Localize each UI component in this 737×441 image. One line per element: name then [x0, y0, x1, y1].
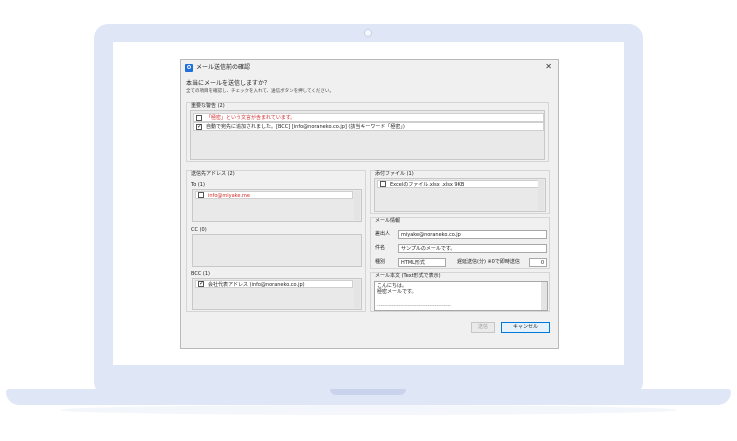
sender-value: miyake@noraneko.co.jp — [401, 232, 461, 238]
warnings-panel: 重要な警告 (2) 「極密」という文言が含まれています。 自動で宛先に追加されま… — [186, 102, 549, 162]
confirm-question: 本当にメールを送信しますか？ — [186, 80, 271, 87]
warning-checkbox-2[interactable] — [196, 123, 202, 130]
window-title: メール送信前の確認 — [196, 64, 251, 71]
attachments-scrollbar[interactable] — [538, 180, 544, 210]
sender-field[interactable]: miyake@noraneko.co.jp — [398, 230, 547, 239]
cancel-button[interactable]: キャンセル — [501, 322, 550, 333]
mail-body-title: メール本文 (Text形式で表示) — [375, 273, 441, 279]
bcc-label: BCC (1) — [191, 271, 210, 277]
recipients-title: 送信先アドレス (2) — [191, 171, 235, 177]
warning-text-1: 「極密」という文言が含まれています。 — [206, 115, 296, 121]
attachments-panel: 添付ファイル (1) Excelのファイル.xlsx .xlsx 9KB — [370, 170, 550, 214]
confirm-dialog: O メール送信前の確認 ✕ 本当にメールを送信しますか？ 全ての項目を確認し、チ… — [180, 59, 559, 349]
confirm-instruction: 全ての項目を確認し、チェックを入れて、送信ボタンを押してください。 — [186, 89, 334, 94]
attachments-list[interactable]: Excelのファイル.xlsx .xlsx 9KB — [374, 178, 546, 212]
mail-body-line-3: ----------------------------------------… — [377, 303, 451, 309]
to-label: To (1) — [191, 182, 205, 188]
type-field[interactable]: HTML形式 — [398, 258, 446, 267]
send-button[interactable]: 送信 — [471, 322, 495, 333]
bcc-list[interactable]: 会社代表アドレス (info@noraneko.co.jp) — [192, 278, 362, 310]
mail-body-scrollbar[interactable] — [541, 282, 547, 310]
mail-body-panel: メール本文 (Text形式で表示) こんにちは。 極密メールです。 ------… — [370, 272, 550, 312]
list-item[interactable]: Excelのファイル.xlsx .xlsx 9KB — [377, 180, 539, 188]
type-value: HTML形式 — [401, 260, 425, 266]
to-address-1: info@miyake.me — [208, 192, 250, 199]
delay-value: 0 — [540, 260, 544, 266]
to-scrollbar[interactable] — [354, 191, 360, 220]
laptop-notch — [330, 389, 406, 395]
attachment-name-1: Excelのファイル.xlsx .xlsx 9KB — [390, 181, 465, 188]
delay-label: 遅延送信(分) ※0で即時送信 — [457, 259, 520, 265]
laptop-shadow — [60, 405, 677, 415]
delay-field[interactable]: 0 — [529, 258, 547, 267]
list-item[interactable]: 会社代表アドレス (info@noraneko.co.jp) — [195, 280, 353, 288]
camera-icon — [364, 29, 372, 37]
mail-body-line-2: 極密メールです。 — [377, 289, 417, 295]
warnings-list[interactable]: 「極密」という文言が含まれています。 自動で宛先に追加されました。[BCC] [… — [190, 110, 545, 160]
subject-label: 件名 — [375, 245, 386, 251]
type-label: 種別 — [375, 259, 386, 265]
list-item[interactable]: info@miyake.me — [195, 191, 353, 199]
warnings-title: 重要な警告 (2) — [191, 103, 225, 109]
bcc-checkbox-1[interactable] — [198, 280, 204, 287]
cc-label: CC (0) — [191, 227, 207, 233]
close-icon[interactable]: ✕ — [545, 63, 552, 71]
attachments-title: 添付ファイル (1) — [375, 171, 414, 177]
attachment-checkbox-1[interactable] — [380, 181, 386, 187]
list-item[interactable]: 「極密」という文言が含まれています。 — [193, 113, 544, 122]
subject-value: サンプルのメールです。 — [401, 246, 456, 252]
cc-list[interactable] — [192, 234, 362, 267]
warning-checkbox-1[interactable] — [196, 115, 202, 121]
bcc-address-1: 会社代表アドレス (info@noraneko.co.jp) — [208, 281, 305, 288]
outlook-app-icon: O — [185, 64, 193, 72]
to-checkbox-1[interactable] — [198, 192, 204, 198]
mail-body-textarea[interactable]: こんにちは。 極密メールです。 ------------------------… — [374, 281, 548, 311]
recipients-panel: 送信先アドレス (2) To (1) info@miyake.me CC (0)… — [186, 170, 366, 312]
sender-label: 差出人 — [375, 231, 391, 237]
warning-text-2: 自動で宛先に追加されました。[BCC] [info@noraneko.co.jp… — [206, 124, 405, 130]
mail-info-panel: メール情報 差出人 miyake@noraneko.co.jp 件名 サンプルの… — [370, 217, 550, 269]
to-list[interactable]: info@miyake.me — [192, 189, 362, 222]
subject-field[interactable]: サンプルのメールです。 — [398, 244, 547, 253]
mail-info-title: メール情報 — [375, 218, 401, 224]
bcc-scrollbar[interactable] — [354, 280, 360, 308]
list-item[interactable]: 自動で宛先に追加されました。[BCC] [info@noraneko.co.jp… — [193, 122, 544, 131]
